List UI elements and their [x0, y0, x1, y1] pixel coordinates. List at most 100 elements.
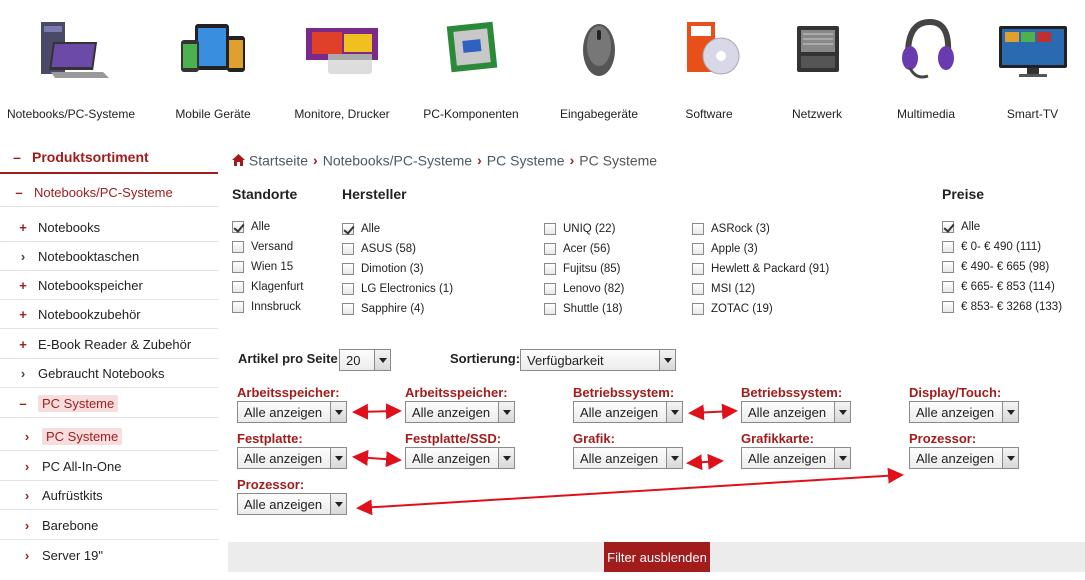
checkbox[interactable]	[544, 283, 556, 295]
checkbox-hersteller-asrock[interactable]: ASRock (3)	[692, 223, 770, 235]
category-network[interactable]: Netzwerk	[762, 0, 872, 130]
filter-select-betriebssystem[interactable]: Alle anzeigen	[573, 401, 683, 423]
home-icon[interactable]	[232, 154, 245, 167]
filter-select-betriebssystem-2[interactable]: Alle anzeigen	[741, 401, 851, 423]
checkbox[interactable]	[942, 241, 954, 253]
sidebar-item-notebooks[interactable]: + Notebooks	[0, 214, 218, 242]
checkbox-hersteller-apple[interactable]: Apple (3)	[692, 243, 758, 255]
checkbox-standort-klagenfurt[interactable]: Klagenfurt	[232, 281, 303, 293]
hide-filter-button[interactable]: Filter ausblenden	[604, 542, 710, 572]
chevron-down-icon[interactable]	[659, 350, 675, 370]
checkbox-preis-3[interactable]: € 665- € 853 (114)	[942, 281, 1055, 293]
chevron-down-icon[interactable]	[1002, 448, 1018, 468]
sidebar-item-pc-systeme[interactable]: – PC Systeme	[0, 390, 218, 418]
filter-select-arbeitsspeicher[interactable]: Alle anzeigen	[237, 401, 347, 423]
checkbox[interactable]	[942, 301, 954, 313]
filter-select-festplatte[interactable]: Alle anzeigen	[237, 447, 347, 469]
checkbox-hersteller-fujitsu[interactable]: Fujitsu (85)	[544, 263, 621, 275]
checkbox-hersteller-zotac[interactable]: ZOTAC (19)	[692, 303, 773, 315]
checkbox-hersteller-alle[interactable]: Alle	[342, 223, 380, 235]
chevron-down-icon[interactable]	[1002, 402, 1018, 422]
checkbox[interactable]	[342, 283, 354, 295]
checkbox-standort-versand[interactable]: Versand	[232, 241, 293, 253]
category-input[interactable]: Eingabegeräte	[542, 0, 656, 130]
chevron-down-icon[interactable]	[666, 402, 682, 422]
category-multimedia[interactable]: Multimedia	[872, 0, 980, 130]
category-components[interactable]: PC-Komponenten	[400, 0, 542, 130]
checkbox[interactable]	[544, 263, 556, 275]
chevron-down-icon[interactable]	[374, 350, 390, 370]
checkbox-hersteller-hp[interactable]: Hewlett & Packard (91)	[692, 263, 829, 275]
checkbox[interactable]	[942, 281, 954, 293]
checkbox[interactable]	[692, 223, 704, 235]
checkbox-hersteller-lg[interactable]: LG Electronics (1)	[342, 283, 453, 295]
category-monitors[interactable]: Monitore, Drucker	[284, 0, 400, 130]
breadcrumb-item[interactable]: PC Systeme	[487, 152, 565, 168]
sidebar-item-pc-systeme-sub[interactable]: › PC Systeme	[0, 423, 218, 451]
checkbox[interactable]	[232, 261, 244, 273]
checkbox[interactable]	[692, 283, 704, 295]
filter-select-prozessor[interactable]: Alle anzeigen	[909, 447, 1019, 469]
chevron-down-icon[interactable]	[330, 448, 346, 468]
breadcrumb-item[interactable]: Notebooks/PC-Systeme	[323, 152, 472, 168]
category-smarttv[interactable]: Smart-TV	[980, 0, 1085, 130]
checkbox-preis-4[interactable]: € 853- € 3268 (133)	[942, 301, 1062, 313]
checkbox[interactable]	[232, 221, 244, 233]
checkbox[interactable]	[342, 263, 354, 275]
category-mobile[interactable]: Mobile Geräte	[142, 0, 284, 130]
checkbox[interactable]	[342, 223, 354, 235]
chevron-down-icon[interactable]	[834, 402, 850, 422]
checkbox-hersteller-acer[interactable]: Acer (56)	[544, 243, 610, 255]
checkbox[interactable]	[692, 303, 704, 315]
chevron-down-icon[interactable]	[330, 494, 346, 514]
checkbox[interactable]	[544, 223, 556, 235]
checkbox-standort-wien[interactable]: Wien 15	[232, 261, 293, 273]
checkbox-standort-innsbruck[interactable]: Innsbruck	[232, 301, 301, 313]
sort-select[interactable]: Verfügbarkeit	[520, 349, 676, 371]
checkbox[interactable]	[692, 263, 704, 275]
sidebar-item-all-in-one[interactable]: › PC All-In-One	[0, 453, 218, 481]
checkbox[interactable]	[544, 243, 556, 255]
sidebar-item-ebook[interactable]: + E-Book Reader & Zubehör	[0, 331, 218, 359]
checkbox-standort-alle[interactable]: Alle	[232, 221, 270, 233]
per-page-select[interactable]: 20	[339, 349, 391, 371]
checkbox-hersteller-shuttle[interactable]: Shuttle (18)	[544, 303, 622, 315]
filter-select-festplatte-ssd[interactable]: Alle anzeigen	[405, 447, 515, 469]
sidebar-item-gebraucht[interactable]: › Gebraucht Notebooks	[0, 360, 218, 388]
chevron-down-icon[interactable]	[666, 448, 682, 468]
chevron-down-icon[interactable]	[498, 448, 514, 468]
checkbox[interactable]	[342, 303, 354, 315]
breadcrumb-home[interactable]: Startseite	[249, 152, 308, 168]
checkbox[interactable]	[692, 243, 704, 255]
category-notebooks[interactable]: Notebooks/PC-Systeme	[0, 0, 142, 130]
checkbox[interactable]	[342, 243, 354, 255]
chevron-down-icon[interactable]	[834, 448, 850, 468]
sidebar-item-notebooktaschen[interactable]: › Notebooktaschen	[0, 243, 218, 271]
filter-select-prozessor-2[interactable]: Alle anzeigen	[237, 493, 347, 515]
sidebar-item-aufruestkits[interactable]: › Aufrüstkits	[0, 482, 218, 510]
checkbox[interactable]	[942, 221, 954, 233]
checkbox[interactable]	[232, 281, 244, 293]
sidebar-item-notebookspeicher[interactable]: + Notebookspeicher	[0, 272, 218, 300]
checkbox-preis-1[interactable]: € 0- € 490 (111)	[942, 241, 1041, 253]
checkbox[interactable]	[232, 301, 244, 313]
checkbox-hersteller-uniq[interactable]: UNIQ (22)	[544, 223, 615, 235]
filter-select-grafikkarte[interactable]: Alle anzeigen	[741, 447, 851, 469]
checkbox-hersteller-sapphire[interactable]: Sapphire (4)	[342, 303, 424, 315]
filter-select-grafik[interactable]: Alle anzeigen	[573, 447, 683, 469]
checkbox-hersteller-lenovo[interactable]: Lenovo (82)	[544, 283, 624, 295]
checkbox[interactable]	[232, 241, 244, 253]
checkbox-hersteller-asus[interactable]: ASUS (58)	[342, 243, 416, 255]
chevron-down-icon[interactable]	[330, 402, 346, 422]
category-software[interactable]: Software	[656, 0, 762, 130]
checkbox[interactable]	[544, 303, 556, 315]
sidebar-item-server[interactable]: › Server 19"	[0, 541, 218, 569]
checkbox-hersteller-msi[interactable]: MSI (12)	[692, 283, 755, 295]
checkbox-preis-2[interactable]: € 490- € 665 (98)	[942, 261, 1049, 273]
filter-select-arbeitsspeicher-2[interactable]: Alle anzeigen	[405, 401, 515, 423]
checkbox[interactable]	[942, 261, 954, 273]
filter-select-display[interactable]: Alle anzeigen	[909, 401, 1019, 423]
checkbox-preis-alle[interactable]: Alle	[942, 221, 980, 233]
sidebar-item-notebooks-pc[interactable]: – Notebooks/PC-Systeme	[0, 179, 218, 207]
sidebar-heading[interactable]: – Produktsortiment	[0, 142, 218, 174]
